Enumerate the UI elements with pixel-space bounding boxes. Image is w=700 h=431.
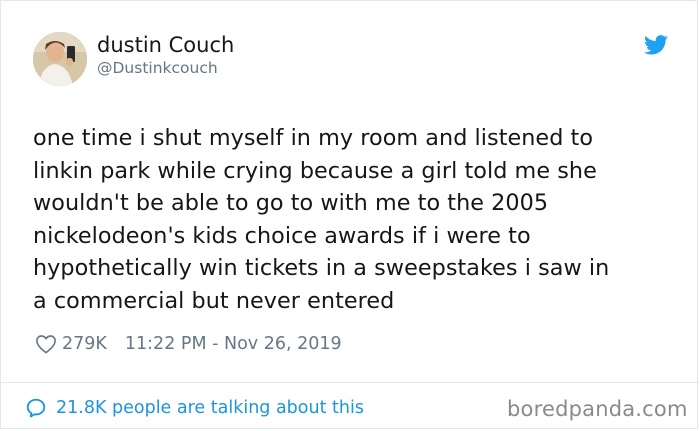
- speech-bubble-icon: [26, 398, 46, 418]
- boredpanda-watermark: boredpanda.com: [507, 397, 688, 421]
- talking-about-label: 21.8K people are talking about this: [56, 398, 364, 418]
- talking-about-link[interactable]: 21.8K people are talking about this: [25, 395, 364, 421]
- tweet-text-line: hypothetically win tickets in a sweepsta…: [33, 255, 610, 282]
- footer-divider: [1, 382, 699, 383]
- tweet-text: one time i shut myself in my room and li…: [33, 122, 683, 318]
- tweet-timestamp[interactable]: 11:22 PM - Nov 26, 2019: [125, 334, 342, 354]
- like-count[interactable]: 279K: [62, 334, 107, 354]
- avatar-photo: [33, 32, 87, 86]
- twitter-bird-icon[interactable]: [644, 35, 668, 55]
- tweet-text-line: one time i shut myself in my room and li…: [33, 125, 594, 151]
- avatar[interactable]: [33, 32, 87, 86]
- tweet-card: dustin Couch @Dustinkcouch one time i sh…: [0, 0, 699, 429]
- tweet-text-line: linkin park while crying because a girl …: [33, 157, 597, 184]
- tweet-text-line: a commercial but never entered: [33, 287, 395, 314]
- author-name[interactable]: dustin Couch: [97, 33, 234, 57]
- author-handle[interactable]: @Dustinkcouch: [97, 59, 218, 77]
- tweet-text-line: wouldn't be able to go to with me to the…: [33, 190, 549, 217]
- heart-icon[interactable]: [35, 334, 57, 354]
- tweet-text-line: nickelodeon's kids choice awards if i we…: [33, 222, 531, 249]
- tweet-meta: 279K 11:22 PM - Nov 26, 2019: [35, 332, 342, 356]
